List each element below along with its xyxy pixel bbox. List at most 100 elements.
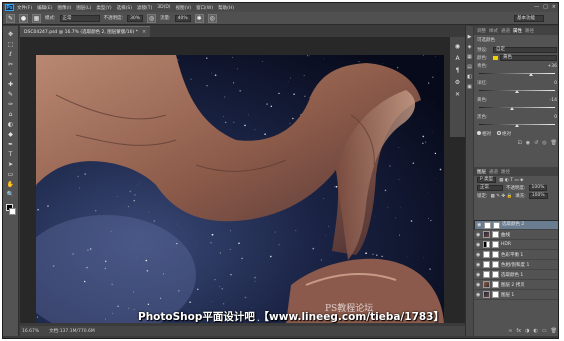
dodge-tool-icon[interactable]: ◆ xyxy=(6,130,16,139)
zoom-level[interactable]: 16.67% xyxy=(22,329,39,334)
layer-row[interactable]: ◉ 色相/饱和度 1 xyxy=(474,260,558,270)
menu-filter[interactable]: 滤镜(T) xyxy=(137,5,152,11)
layer-row[interactable]: ◉ 图层 2 拷贝 xyxy=(474,280,558,290)
menu-window[interactable]: 窗口(W) xyxy=(196,5,213,11)
close-button[interactable]: × xyxy=(552,4,556,10)
radio-absolute[interactable]: 绝对 xyxy=(497,130,511,137)
clone-tool-icon[interactable]: ✑ xyxy=(6,100,16,109)
slider-knob[interactable] xyxy=(528,73,533,76)
slider-knob[interactable] xyxy=(515,90,519,93)
blend-mode-select[interactable]: 正常 xyxy=(477,185,503,191)
brush-panel-icon[interactable]: ▦ xyxy=(32,13,41,23)
eye-icon[interactable]: ◉ xyxy=(476,252,481,258)
menu-file[interactable]: 文件(F) xyxy=(17,5,32,11)
fx-icon[interactable]: fx xyxy=(516,328,521,334)
reset-icon[interactable]: ↺ xyxy=(534,140,538,146)
eyedropper-tool-icon[interactable]: ⌖ xyxy=(6,70,16,79)
color-slider[interactable] xyxy=(479,121,555,128)
layer-kind-filter[interactable]: P 类型 xyxy=(477,177,497,183)
slider-value[interactable]: -14 xyxy=(545,98,557,103)
history-icon[interactable]: ◉ xyxy=(455,43,460,50)
crop-tool-icon[interactable]: ✂ xyxy=(6,60,16,69)
brush-tool-icon[interactable]: ✎ xyxy=(6,13,15,23)
tab-adjustments[interactable]: 调整 xyxy=(477,28,486,34)
mode-select[interactable]: 正常 xyxy=(59,14,100,22)
tool-presets-icon[interactable]: ⚙ xyxy=(455,79,460,86)
path-select-tool-icon[interactable]: ➤ xyxy=(6,160,16,169)
layer-mask-thumbnail[interactable] xyxy=(492,241,499,248)
color-slider[interactable] xyxy=(479,70,555,77)
layer-row[interactable]: ◉ 曲线 xyxy=(474,230,558,240)
move-tool-icon[interactable]: ✥ xyxy=(6,30,16,39)
maximize-button[interactable]: □ xyxy=(543,4,548,10)
tab-layers[interactable]: 图层 xyxy=(477,169,486,175)
eye-icon[interactable]: ◉ xyxy=(476,262,481,268)
layer-mask-thumbnail[interactable] xyxy=(492,281,499,288)
menu-edit[interactable]: 编辑(E) xyxy=(37,5,52,11)
tab-properties[interactable]: 属性 xyxy=(513,28,522,34)
colors-select[interactable]: 黄色 xyxy=(500,55,557,61)
pressure-opacity-icon[interactable]: ◎ xyxy=(147,13,157,23)
visibility-icon[interactable]: ◎ xyxy=(542,140,546,146)
background-color-swatch[interactable] xyxy=(9,208,16,215)
color-slider[interactable] xyxy=(479,87,555,94)
healing-tool-icon[interactable]: ✚ xyxy=(6,80,16,89)
layer-row[interactable]: ◉ HDR xyxy=(474,240,558,250)
layer-mask-thumbnail[interactable] xyxy=(492,251,499,258)
play-panel-icon[interactable]: ▶ xyxy=(468,34,472,40)
trash-icon[interactable]: 🗑 xyxy=(551,328,557,334)
menu-type[interactable]: 类型(Y) xyxy=(96,5,111,11)
delete-icon[interactable]: ✕ xyxy=(455,91,460,98)
layer-mask-thumbnail[interactable] xyxy=(492,261,499,268)
fill-field[interactable]: 100% xyxy=(528,193,548,199)
document-tab[interactable]: DSC04247.psd @ 16.7% (选取颜色 2, 图层蒙版/16) *… xyxy=(20,26,151,37)
menu-3d[interactable]: 3D(D) xyxy=(157,5,170,10)
flow-field[interactable]: 40% xyxy=(174,14,191,22)
menu-image[interactable]: 图像(I) xyxy=(57,5,71,11)
color-panel-icon[interactable]: ◈ xyxy=(468,44,472,50)
lock-icons[interactable]: ▦ ✎ ✥ 🔒 xyxy=(491,194,513,199)
opacity-field[interactable]: 30% xyxy=(127,14,144,22)
minimize-button[interactable]: — xyxy=(534,4,539,10)
tab-layer-channels[interactable]: 通道 xyxy=(489,169,498,175)
history-tool-icon[interactable]: ⌂ xyxy=(6,110,16,119)
adjustment-icon[interactable]: ◐ xyxy=(534,328,538,334)
menu-select[interactable]: 选择(S) xyxy=(117,5,132,11)
eye-icon[interactable]: ◉ xyxy=(476,292,481,298)
brush-tool-icon[interactable]: ✎ xyxy=(6,90,16,99)
layer-row[interactable]: ◉ 色彩平衡 1 xyxy=(474,250,558,260)
eye-icon[interactable]: ◉ xyxy=(476,272,481,278)
paragraph-icon[interactable]: ¶ xyxy=(456,67,460,74)
workspace-select[interactable]: 基本功能 xyxy=(514,15,544,22)
layer-row[interactable]: ◉ 图层 1 xyxy=(474,290,558,300)
brush-preset-icon[interactable]: ● xyxy=(19,13,28,23)
airbrush-icon[interactable]: ✱ xyxy=(194,13,204,23)
slider-knob[interactable] xyxy=(515,124,519,127)
image-canvas[interactable] xyxy=(36,55,444,323)
slider-knob[interactable] xyxy=(509,107,514,110)
tab-channels[interactable]: 通道 xyxy=(501,28,510,34)
clip-icon[interactable]: ⊡ xyxy=(517,140,521,146)
add-mask-icon[interactable]: ◑ xyxy=(525,328,529,334)
tab-paths[interactable]: 路径 xyxy=(525,28,534,34)
pen-tool-icon[interactable]: ✒ xyxy=(6,140,16,149)
layer-mask-thumbnail[interactable] xyxy=(493,221,500,229)
shape-tool-icon[interactable]: ▭ xyxy=(6,170,16,179)
eye-icon[interactable]: ◉ xyxy=(476,242,481,248)
mask-panel-icon[interactable]: ◧ xyxy=(467,74,472,80)
menu-layer[interactable]: 图层(L) xyxy=(76,5,91,11)
layer-row[interactable]: ◉ 选取颜色 1 xyxy=(474,270,558,280)
close-tab-icon[interactable]: × xyxy=(142,29,146,35)
color-slider[interactable] xyxy=(479,104,555,111)
layer-opacity-field[interactable]: 100% xyxy=(528,185,548,191)
tab-styles[interactable]: 样式 xyxy=(489,28,498,34)
lasso-tool-icon[interactable]: ℓ xyxy=(6,50,16,59)
adjust-panel-icon[interactable]: ▤ xyxy=(467,64,472,70)
gradient-tool-icon[interactable]: ◐ xyxy=(6,120,16,129)
menu-help[interactable]: 帮助(H) xyxy=(218,5,234,11)
layer-row[interactable]: ◉ 选取颜色 2 xyxy=(474,220,558,230)
delete-icon[interactable]: 🗑 xyxy=(551,140,557,146)
radio-relative[interactable]: 相对 xyxy=(477,130,491,137)
slider-value[interactable]: 0 xyxy=(545,81,557,86)
layer-mask-thumbnail[interactable] xyxy=(492,271,499,278)
